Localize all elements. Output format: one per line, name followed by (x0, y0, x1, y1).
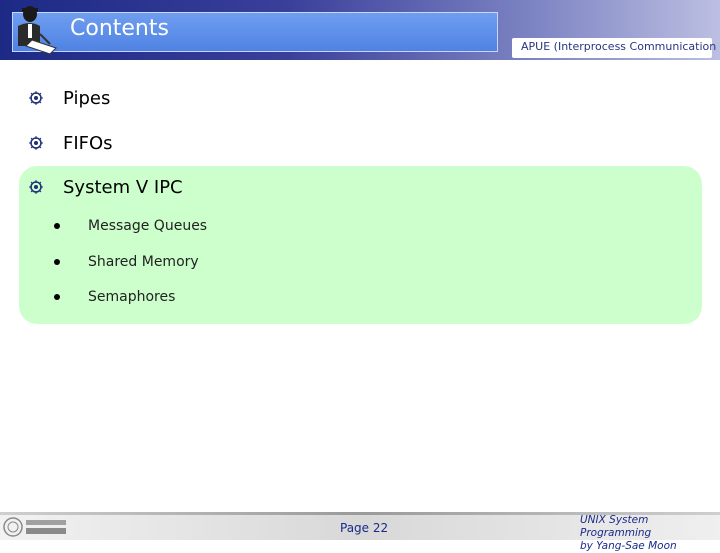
credit-line-course: UNIX System Programming (580, 514, 652, 539)
bullet-item-fifos: FIFOs (28, 130, 113, 156)
dot-bullet-icon (54, 294, 60, 300)
sub-bullet-label: Shared Memory (88, 254, 199, 270)
sub-bullet-item: Semaphores (54, 287, 175, 307)
ornament-bullet-icon (29, 136, 43, 150)
dot-bullet-icon (54, 259, 60, 265)
sub-bullet-label: Message Queues (88, 218, 208, 234)
ornament-bullet-icon (29, 180, 43, 194)
sub-bullet-item: Message Queues (54, 216, 207, 236)
bullet-label: FIFOs (63, 132, 113, 154)
credit-line-author: by Yang-Sae Moon (580, 540, 677, 552)
bullet-item-system-v-ipc: System V IPC (28, 174, 183, 200)
ornament-bullet-icon (29, 91, 43, 105)
university-seal-icon (3, 517, 66, 537)
sub-bullet-item: Shared Memory (54, 252, 199, 272)
page-title: Contents (70, 16, 169, 41)
dot-bullet-icon (54, 223, 60, 229)
page-number: Page 22 (340, 521, 389, 535)
course-credit: UNIX System Programming by Yang-Sae Moon (580, 514, 720, 553)
bullet-label: Pipes (63, 87, 111, 109)
course-subtitle: APUE (Interprocess Communication (521, 40, 717, 53)
bullet-item-pipes: Pipes (28, 85, 110, 111)
sub-bullet-label: Semaphores (88, 289, 176, 305)
person-reading-icon (18, 6, 57, 54)
bullet-label: System V IPC (63, 176, 183, 198)
